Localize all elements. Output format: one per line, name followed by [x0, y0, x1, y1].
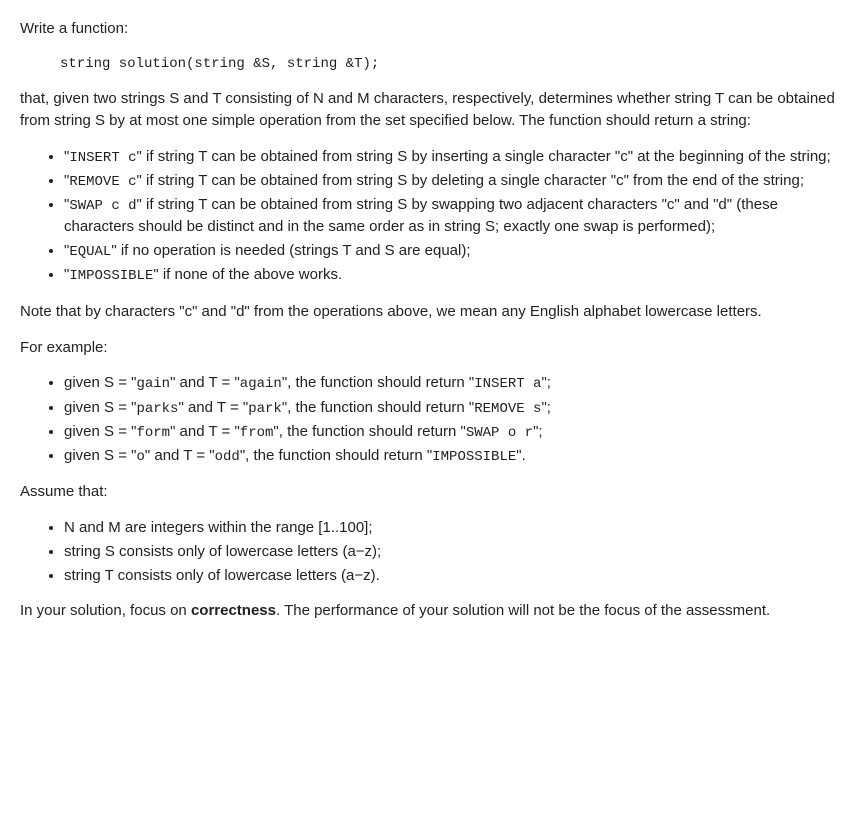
op-code-impossible: IMPOSSIBLE: [69, 268, 153, 284]
ex-post: ", the function should return ": [282, 399, 474, 416]
ex-ret: IMPOSSIBLE: [432, 449, 516, 465]
list-item: "SWAP c d" if string T can be obtained f…: [64, 194, 842, 238]
function-signature: string solution(string &S, string &T);: [60, 54, 842, 74]
ex-end: ";: [541, 399, 551, 416]
op-text: " if none of the above works.: [153, 266, 342, 283]
ex-pre: given S = ": [64, 374, 136, 391]
ex-post: ", the function should return ": [282, 374, 474, 391]
ex-t: again: [240, 376, 282, 392]
closing-post: . The performance of your solution will …: [276, 602, 770, 619]
ex-pre: given S = ": [64, 399, 136, 416]
ex-mid: " and T = ": [170, 423, 240, 440]
ex-ret: INSERT a: [474, 376, 541, 392]
closing-bold: correctness: [191, 602, 276, 619]
closing-paragraph: In your solution, focus on correctness. …: [20, 600, 842, 622]
ex-end: ";: [541, 374, 551, 391]
ex-end: ".: [516, 447, 526, 464]
ex-s: form: [136, 425, 170, 441]
list-item: given S = "parks" and T = "park", the fu…: [64, 397, 842, 419]
ex-end: ";: [533, 423, 543, 440]
example-intro: For example:: [20, 337, 842, 359]
list-item: N and M are integers within the range [1…: [64, 517, 842, 539]
ex-pre: given S = ": [64, 447, 136, 464]
list-item: "INSERT c" if string T can be obtained f…: [64, 146, 842, 168]
ex-ret: SWAP o r: [466, 425, 533, 441]
ex-s: parks: [136, 401, 178, 417]
ex-s: o: [136, 449, 144, 465]
assumptions-list: N and M are integers within the range [1…: [20, 517, 842, 586]
list-item: string T consists only of lowercase lett…: [64, 565, 842, 587]
ex-pre: given S = ": [64, 423, 136, 440]
list-item: given S = "form" and T = "from", the fun…: [64, 421, 842, 443]
ex-t: odd: [215, 449, 240, 465]
ex-post: ", the function should return ": [240, 447, 432, 464]
ex-t: park: [248, 401, 282, 417]
list-item: string S consists only of lowercase lett…: [64, 541, 842, 563]
list-item: "EQUAL" if no operation is needed (strin…: [64, 240, 842, 262]
operations-list: "INSERT c" if string T can be obtained f…: [20, 146, 842, 287]
op-code-remove: REMOVE c: [69, 174, 136, 190]
ex-s: gain: [136, 376, 170, 392]
op-text: " if string T can be obtained from strin…: [137, 172, 804, 189]
ex-mid: " and T = ": [178, 399, 248, 416]
assume-intro: Assume that:: [20, 481, 842, 503]
op-code-equal: EQUAL: [69, 244, 111, 260]
op-code-insert: INSERT c: [69, 150, 136, 166]
intro-prompt: Write a function:: [20, 18, 842, 40]
op-text: " if string T can be obtained from strin…: [64, 196, 778, 235]
list-item: given S = "o" and T = "odd", the functio…: [64, 445, 842, 467]
ex-mid: " and T = ": [170, 374, 240, 391]
closing-pre: In your solution, focus on: [20, 602, 191, 619]
examples-list: given S = "gain" and T = "again", the fu…: [20, 372, 842, 467]
description-paragraph: that, given two strings S and T consisti…: [20, 88, 842, 132]
ex-t: from: [240, 425, 274, 441]
list-item: "IMPOSSIBLE" if none of the above works.: [64, 264, 842, 286]
op-text: " if string T can be obtained from strin…: [137, 148, 831, 165]
list-item: given S = "gain" and T = "again", the fu…: [64, 372, 842, 394]
note-paragraph: Note that by characters "c" and "d" from…: [20, 301, 842, 323]
ex-mid: " and T = ": [145, 447, 215, 464]
op-code-swap: SWAP c d: [69, 198, 136, 214]
list-item: "REMOVE c" if string T can be obtained f…: [64, 170, 842, 192]
op-text: " if no operation is needed (strings T a…: [111, 242, 470, 259]
ex-post: ", the function should return ": [273, 423, 465, 440]
ex-ret: REMOVE s: [474, 401, 541, 417]
